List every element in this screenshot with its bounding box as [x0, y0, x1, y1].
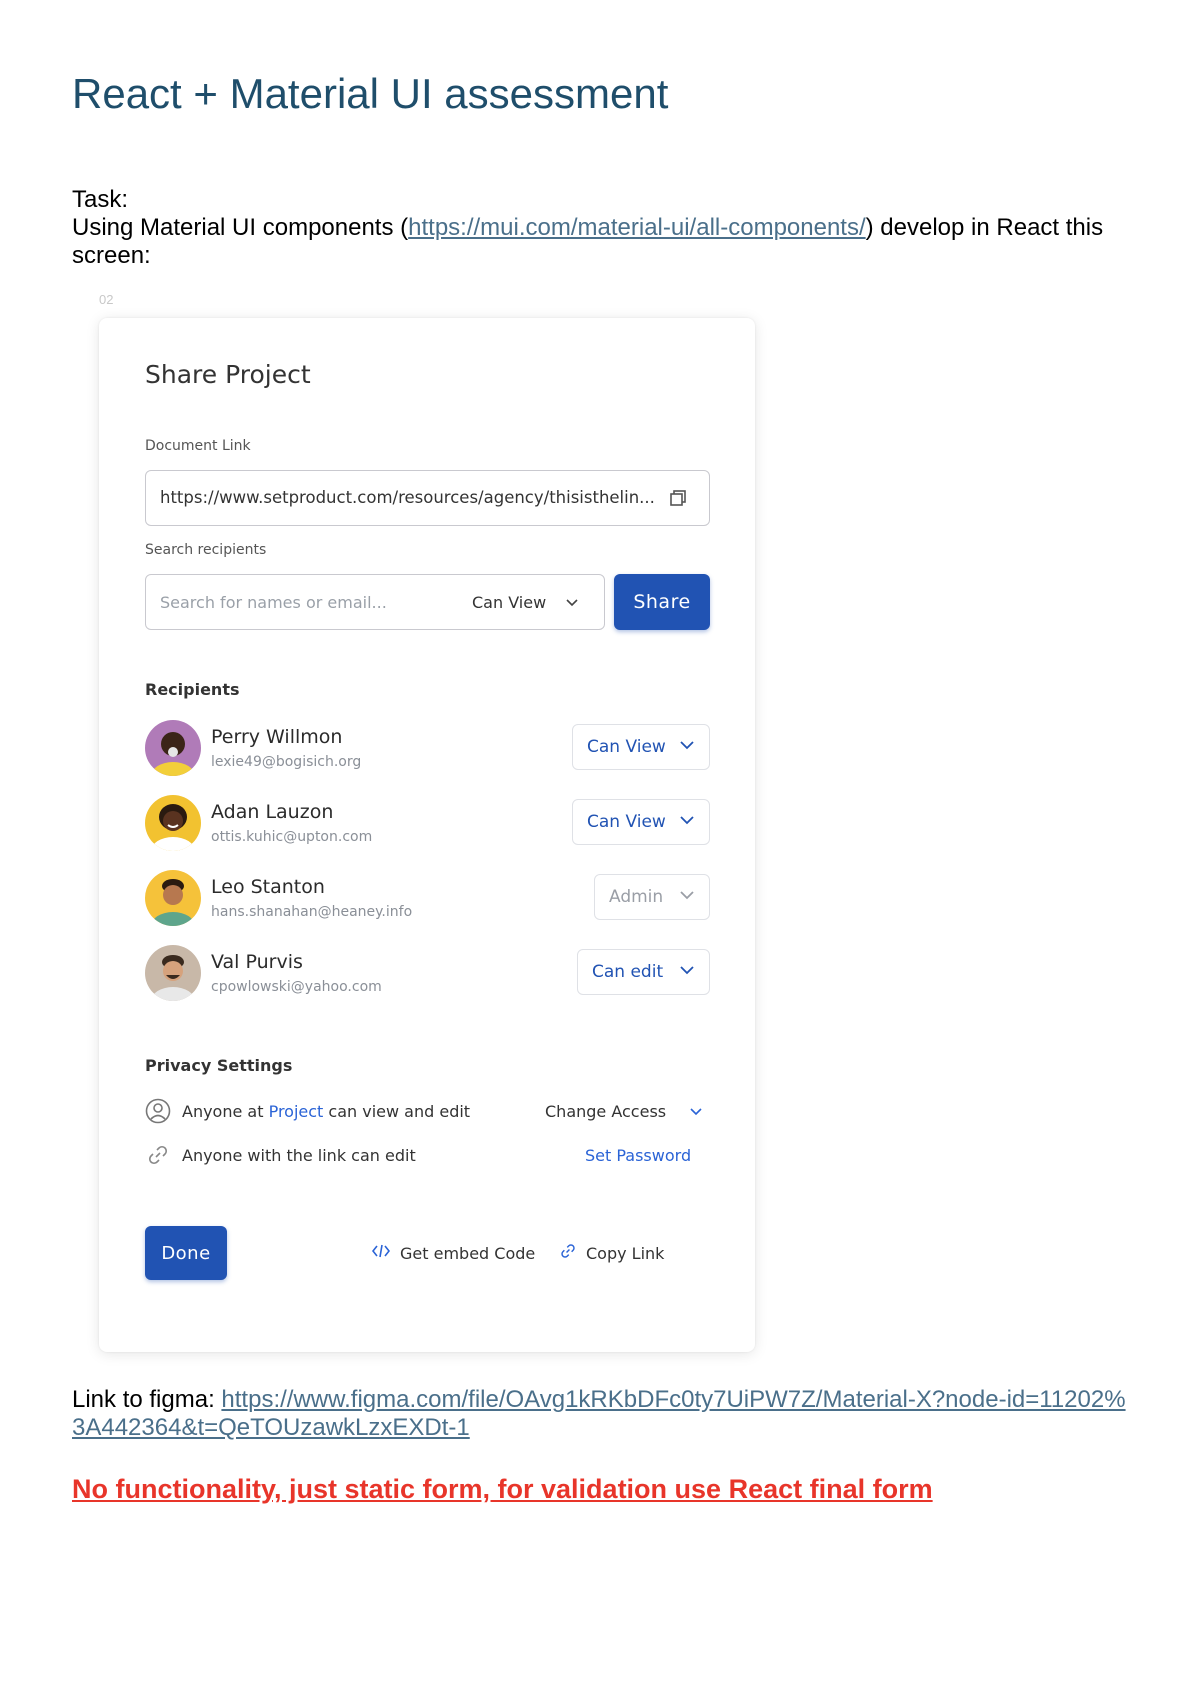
- privacy-link-text: Anyone with the link can edit: [182, 1146, 416, 1165]
- recipient-role-select[interactable]: Admin: [594, 874, 710, 920]
- set-password-link[interactable]: Set Password: [585, 1146, 691, 1165]
- search-placeholder: Search for names or email...: [160, 593, 387, 612]
- document-title: React + Material UI assessment: [72, 70, 669, 117]
- link-icon: [560, 1243, 576, 1263]
- chevron-down-icon: [679, 737, 695, 758]
- copy-icon[interactable]: [668, 488, 688, 512]
- mui-components-link[interactable]: https://mui.com/material-ui/all-componen…: [408, 214, 866, 241]
- recipient-role-select[interactable]: Can View: [572, 724, 710, 770]
- role-label: Admin: [609, 887, 664, 907]
- recipient-name: Leo Stanton: [211, 876, 325, 898]
- task-text-before: Using Material UI components (: [72, 214, 409, 241]
- recipient-row: Leo Stanton hans.shanahan@heaney.info Ad…: [145, 870, 710, 930]
- search-recipients-label: Search recipients: [145, 542, 267, 558]
- figma-link-line: Link to figma: https://www.figma.com/fil…: [72, 1386, 1132, 1442]
- document-link-label: Document Link: [145, 438, 251, 454]
- recipient-role-select[interactable]: Can View: [572, 799, 710, 845]
- recipient-row: Val Purvis cpowlowski@yahoo.com Can edit: [145, 945, 710, 1005]
- task-label: Task:: [72, 186, 129, 213]
- dialog-title: Share Project: [145, 360, 311, 389]
- figma-link[interactable]: https://www.figma.com/file/OAvg1kRKbDFc0…: [72, 1386, 1126, 1441]
- recipient-role-select[interactable]: Can edit: [577, 949, 710, 995]
- recipient-name: Val Purvis: [211, 951, 303, 973]
- chevron-down-icon: [679, 962, 695, 983]
- chevron-down-icon: [679, 812, 695, 833]
- task-description: Using Material UI components (https://mu…: [72, 214, 1132, 270]
- chevron-down-icon: [679, 887, 695, 908]
- frame-label: 02: [99, 292, 114, 307]
- get-embed-code-label: Get embed Code: [400, 1243, 536, 1263]
- change-access-dropdown[interactable]: Change Access: [545, 1102, 666, 1121]
- copy-link-button[interactable]: Copy Link: [560, 1243, 664, 1263]
- document-link-value: https://www.setproduct.com/resources/age…: [160, 488, 655, 507]
- figma-label: Link to figma:: [72, 1386, 222, 1413]
- privacy-project-text: Anyone at Project can view and edit: [182, 1102, 470, 1121]
- chevron-down-icon[interactable]: [564, 595, 580, 615]
- avatar: [145, 720, 201, 776]
- recipient-email: ottis.kuhic@upton.com: [211, 829, 373, 845]
- recipient-email: lexie49@bogisich.org: [211, 754, 362, 770]
- search-recipients-field[interactable]: Search for names or email... Can View: [145, 574, 605, 630]
- recipient-row: Adan Lauzon ottis.kuhic@upton.com Can Vi…: [145, 795, 710, 855]
- copy-link-label: Copy Link: [586, 1243, 665, 1263]
- warning-note: No functionality, just static form, for …: [72, 1474, 933, 1504]
- chevron-down-icon[interactable]: [689, 1104, 703, 1123]
- recipient-row: Perry Willmon lexie49@bogisich.org Can V…: [145, 720, 710, 780]
- avatar: [145, 795, 201, 851]
- project-link[interactable]: Project: [269, 1102, 324, 1121]
- privacy-settings-title: Privacy Settings: [145, 1056, 293, 1075]
- role-label: Can View: [587, 812, 666, 832]
- privacy-row-link: Anyone with the link can edit Set Passwo…: [145, 1140, 710, 1170]
- link-icon: [147, 1144, 169, 1170]
- done-button[interactable]: Done: [145, 1226, 227, 1280]
- user-circle-icon: [145, 1098, 171, 1128]
- recipient-name: Adan Lauzon: [211, 801, 334, 823]
- avatar: [145, 945, 201, 1001]
- role-label: Can View: [587, 737, 666, 757]
- recipient-name: Perry Willmon: [211, 726, 343, 748]
- privacy-row-project: Anyone at Project can view and edit Chan…: [145, 1096, 710, 1126]
- avatar: [145, 870, 201, 926]
- share-button[interactable]: Share: [614, 574, 710, 630]
- recipient-email: cpowlowski@yahoo.com: [211, 979, 382, 995]
- share-project-dialog: Share Project Document Link https://www.…: [99, 318, 755, 1352]
- search-permission-select[interactable]: Can View: [472, 593, 546, 612]
- privacy-prefix: Anyone at: [182, 1102, 269, 1121]
- role-label: Can edit: [592, 962, 664, 982]
- recipients-title: Recipients: [145, 680, 240, 699]
- document-link-field[interactable]: https://www.setproduct.com/resources/age…: [145, 470, 710, 526]
- privacy-suffix: can view and edit: [323, 1102, 471, 1121]
- recipient-email: hans.shanahan@heaney.info: [211, 904, 413, 920]
- get-embed-code-button[interactable]: Get embed Code: [371, 1243, 536, 1263]
- code-icon: [371, 1243, 391, 1263]
- task-block: Task: Using Material UI components (http…: [72, 186, 1132, 270]
